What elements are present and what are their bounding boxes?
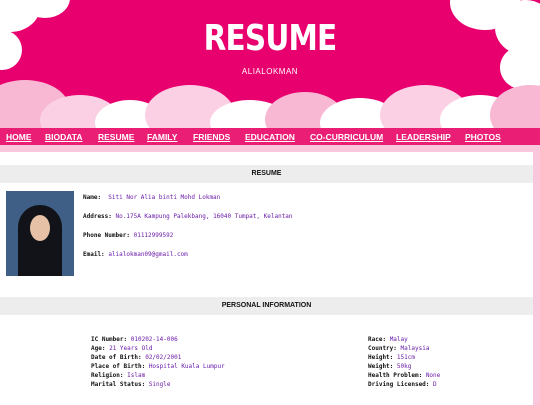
main-nav: HOME BIODATA RESUME FAMILY FRIENDS EDUCA… bbox=[0, 128, 540, 145]
name-label: Name: bbox=[83, 194, 102, 201]
marital-value: Single bbox=[148, 381, 171, 388]
religion-row: Religion: Islam bbox=[91, 372, 145, 379]
name-row: Name: Siti Nor Alia binti Mohd Lokman bbox=[83, 194, 220, 201]
marital-label: Marital Status: bbox=[91, 381, 146, 388]
health-row: Health Problem: None bbox=[368, 372, 440, 379]
height-label: Height: bbox=[368, 354, 394, 361]
site-title: RESUME bbox=[203, 18, 338, 59]
country-row: Country: Malaysia bbox=[368, 345, 429, 352]
pob-value: Hospital Kuala Lumpur bbox=[148, 363, 225, 370]
nav-link-biodata[interactable]: BIODATA bbox=[45, 132, 82, 142]
race-value: Malay bbox=[389, 336, 408, 343]
nav-link-resume[interactable]: RESUME bbox=[98, 132, 134, 142]
age-row: Age: 21 Years Old bbox=[91, 345, 152, 352]
name-value: Siti Nor Alia binti Mohd Lokman bbox=[108, 194, 221, 201]
weight-row: Weight: 50kg bbox=[368, 363, 411, 370]
nav-link-photos[interactable]: PHOTOS bbox=[465, 132, 501, 142]
content-frame: RESUME Name: Siti Nor Alia binti Mohd Lo… bbox=[0, 145, 540, 405]
license-row: Driving Licensed: D bbox=[368, 381, 437, 388]
address-row: Address: No.175A Kampung Palekbang, 1604… bbox=[83, 213, 293, 220]
age-label: Age: bbox=[91, 345, 106, 352]
religion-value: Islam bbox=[127, 372, 146, 379]
marital-row: Marital Status: Single bbox=[91, 381, 171, 388]
personal-heading: PERSONAL INFORMATION bbox=[221, 302, 312, 309]
dob-label: Date of Birth: bbox=[91, 354, 142, 361]
license-value: D bbox=[433, 381, 437, 388]
nav-link-leadership[interactable]: LEADERSHIP bbox=[396, 132, 451, 142]
nav-link-co-curriculum[interactable]: CO-CURRICULUM bbox=[310, 132, 383, 142]
pob-label: Place of Birth: bbox=[91, 363, 146, 370]
health-value: None bbox=[425, 372, 441, 379]
email-label: Email: bbox=[83, 251, 105, 258]
country-label: Country: bbox=[368, 345, 397, 352]
dob-row: Date of Birth: 02/02/2001 bbox=[91, 354, 181, 361]
dob-value: 02/02/2001 bbox=[145, 354, 182, 361]
personal-section-header: PERSONAL INFORMATION bbox=[0, 297, 533, 315]
phone-value: 01112999592 bbox=[133, 232, 174, 239]
ic-value: 010202-14-006 bbox=[130, 336, 178, 343]
email-value[interactable]: alialokman09@gmail.com bbox=[108, 251, 187, 258]
ic-row: IC Number: 010202-14-006 bbox=[91, 336, 178, 343]
race-row: Race: Malay bbox=[368, 336, 408, 343]
phone-row: Phone Number: 01112999592 bbox=[83, 232, 173, 239]
nav-link-education[interactable]: EDUCATION bbox=[245, 132, 295, 142]
weight-label: Weight: bbox=[368, 363, 394, 370]
resume-section-header: RESUME bbox=[0, 165, 533, 183]
license-label: Driving Licensed: bbox=[368, 381, 430, 388]
email-row: Email: alialokman09@gmail.com bbox=[83, 251, 188, 258]
country-value: Malaysia bbox=[400, 345, 430, 352]
nav-link-home[interactable]: HOME bbox=[6, 132, 32, 142]
height-row: Height: 151cm bbox=[368, 354, 415, 361]
address-label: Address: bbox=[83, 213, 112, 220]
age-value: 21 Years Old bbox=[109, 345, 153, 352]
photo-face bbox=[30, 215, 50, 241]
pob-row: Place of Birth: Hospital Kuala Lumpur bbox=[91, 363, 225, 370]
nav-link-family[interactable]: FAMILY bbox=[147, 132, 177, 142]
religion-label: Religion: bbox=[91, 372, 124, 379]
address-value: No.175A Kampung Palekbang, 16040 Tumpat,… bbox=[115, 213, 293, 220]
cloud-decoration bbox=[490, 85, 540, 128]
ic-label: IC Number: bbox=[91, 336, 128, 343]
health-label: Health Problem: bbox=[368, 372, 423, 379]
content-panel: RESUME Name: Siti Nor Alia binti Mohd Lo… bbox=[0, 152, 533, 405]
site-subtitle: ALIALOKMAN bbox=[241, 67, 299, 76]
resume-heading: RESUME bbox=[251, 170, 282, 177]
height-value: 151cm bbox=[396, 354, 415, 361]
nav-link-friends[interactable]: FRIENDS bbox=[193, 132, 230, 142]
weight-value: 50kg bbox=[396, 363, 412, 370]
profile-photo bbox=[6, 191, 74, 276]
phone-label: Phone Number: bbox=[83, 232, 130, 239]
header-banner: RESUME ALIALOKMAN bbox=[0, 0, 540, 128]
cloud-decoration bbox=[0, 30, 22, 70]
race-label: Race: bbox=[368, 336, 387, 343]
